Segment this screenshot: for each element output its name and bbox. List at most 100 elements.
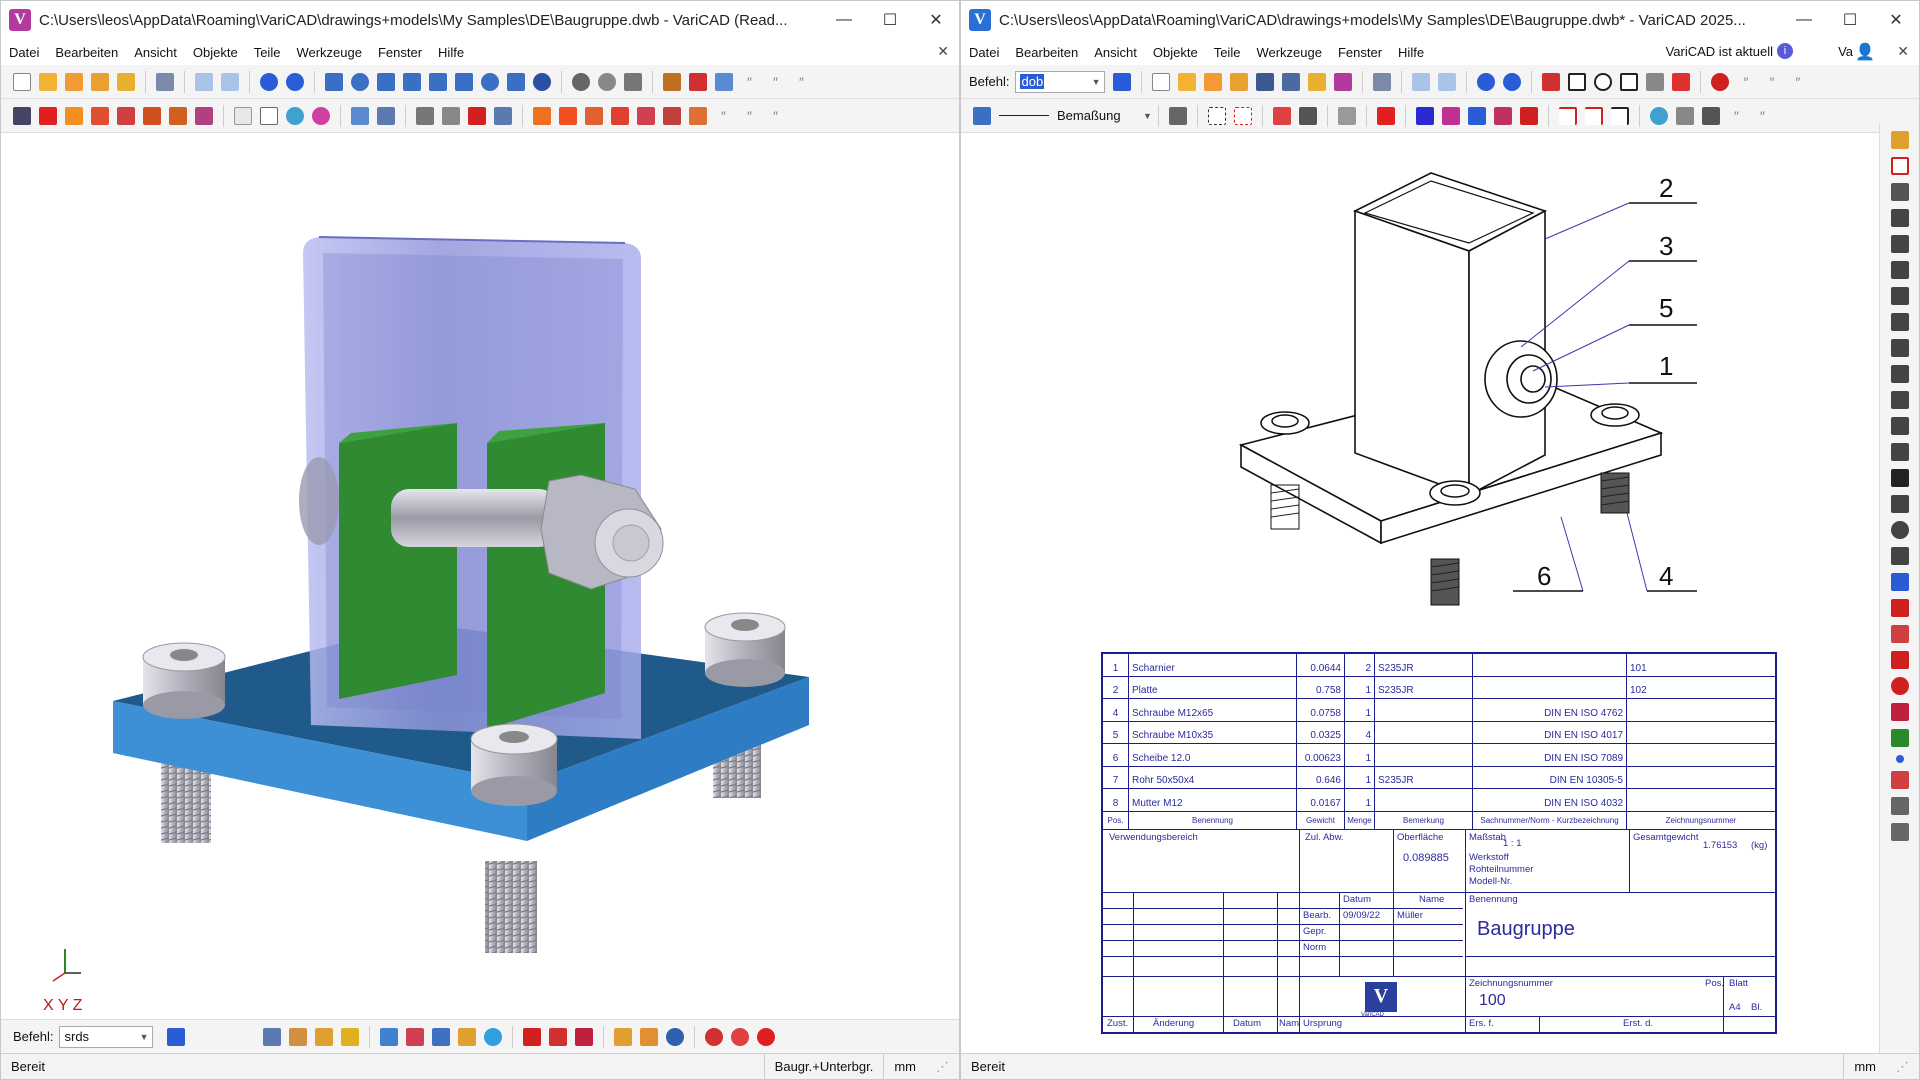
folder-parts-icon[interactable] bbox=[458, 1027, 477, 1046]
close-button[interactable]: ✕ bbox=[1873, 1, 1919, 39]
detail-icon[interactable] bbox=[1890, 521, 1909, 539]
chevron-down-icon[interactable]: ▼ bbox=[1092, 77, 1101, 87]
mirror-icon[interactable] bbox=[143, 106, 161, 125]
extend-icon[interactable] bbox=[1441, 106, 1460, 125]
save-check-icon[interactable] bbox=[117, 72, 135, 91]
pattern-icon[interactable] bbox=[1890, 823, 1909, 841]
bom-list-icon[interactable] bbox=[549, 1027, 568, 1046]
select-window-icon[interactable] bbox=[1207, 106, 1226, 125]
extrude-icon[interactable] bbox=[289, 1027, 308, 1046]
toolbar-grip-icon-5[interactable]: ″ bbox=[747, 108, 753, 124]
copy-icon[interactable] bbox=[195, 72, 213, 91]
resize-grip-icon[interactable]: ⋰ bbox=[1886, 1054, 1919, 1079]
delete-icon[interactable] bbox=[1376, 106, 1395, 125]
redo-icon[interactable] bbox=[286, 72, 304, 91]
snap-mid-icon[interactable] bbox=[1298, 106, 1317, 125]
dim-radius-icon[interactable] bbox=[1890, 313, 1909, 331]
point-icon[interactable] bbox=[1895, 755, 1904, 763]
cross-icon[interactable] bbox=[1493, 106, 1512, 125]
dim-chain-icon[interactable] bbox=[1890, 573, 1909, 591]
link-icon[interactable] bbox=[432, 1027, 451, 1046]
save-check-icon[interactable] bbox=[1308, 72, 1327, 91]
sheet-metal-icon[interactable] bbox=[715, 72, 733, 91]
render-icon[interactable] bbox=[1649, 106, 1668, 125]
tolerance-icon[interactable] bbox=[1890, 443, 1909, 461]
fillet-icon[interactable] bbox=[442, 106, 460, 125]
minimize-button[interactable]: — bbox=[1781, 1, 1827, 39]
menu-teile[interactable]: Teile bbox=[246, 45, 289, 60]
center-mark-icon[interactable] bbox=[1890, 547, 1909, 565]
table-icon[interactable] bbox=[1675, 106, 1694, 125]
user-name[interactable]: Va bbox=[1838, 44, 1853, 59]
pipe-icon[interactable] bbox=[315, 1027, 334, 1046]
fillet-2d-icon[interactable] bbox=[1558, 106, 1577, 125]
torus-solid-icon[interactable] bbox=[481, 72, 499, 91]
print-icon[interactable] bbox=[156, 72, 174, 91]
dim-base-icon[interactable] bbox=[1890, 599, 1909, 617]
arrow-tool-icon[interactable] bbox=[1672, 72, 1691, 91]
offset-icon[interactable] bbox=[1519, 106, 1538, 125]
break-icon[interactable] bbox=[1467, 106, 1486, 125]
open-recent-icon[interactable] bbox=[1204, 72, 1223, 91]
redo-icon[interactable] bbox=[1503, 72, 1522, 91]
side-tool-2-icon[interactable] bbox=[1890, 157, 1909, 175]
insert-part-icon[interactable] bbox=[689, 106, 707, 125]
chevron-down-icon[interactable]: ▼ bbox=[1143, 111, 1152, 121]
thread-icon[interactable] bbox=[416, 106, 434, 125]
open-folder-icon[interactable] bbox=[1178, 72, 1197, 91]
varicad-v-icon[interactable] bbox=[1334, 72, 1353, 91]
toolbar-grip-icon-6[interactable]: ″ bbox=[773, 108, 779, 124]
3d-viewport[interactable]: X Y Z bbox=[1, 133, 959, 1019]
toolbar-grip-icon-5[interactable]: ″ bbox=[1760, 108, 1766, 124]
bom-edit-icon[interactable] bbox=[575, 1027, 594, 1046]
trim-icon[interactable] bbox=[1415, 106, 1434, 125]
save-icon[interactable] bbox=[91, 72, 109, 91]
maximize-button[interactable]: ☐ bbox=[867, 1, 913, 39]
menu-objekte[interactable]: Objekte bbox=[185, 45, 246, 60]
user-icon[interactable]: 👤 bbox=[1855, 42, 1875, 62]
delete-icon[interactable] bbox=[39, 106, 57, 125]
node-edit-icon[interactable] bbox=[1890, 771, 1909, 789]
cancel-check-icon[interactable] bbox=[757, 1027, 776, 1046]
boolean-sub-icon[interactable] bbox=[559, 106, 577, 125]
deselect-icon[interactable] bbox=[1233, 106, 1252, 125]
section-icon[interactable] bbox=[351, 106, 369, 125]
undo-icon[interactable] bbox=[1477, 72, 1496, 91]
arrow-right-icon[interactable] bbox=[1890, 469, 1909, 487]
dim-horizontal-icon[interactable] bbox=[1890, 209, 1909, 227]
paste-icon[interactable] bbox=[1438, 72, 1457, 91]
bom-icon[interactable] bbox=[523, 1027, 542, 1046]
minimize-button[interactable]: — bbox=[821, 1, 867, 39]
command-input[interactable]: dob ▼ bbox=[1015, 70, 1106, 93]
menu-ansicht[interactable]: Ansicht bbox=[126, 45, 185, 60]
hatch-tool-icon[interactable] bbox=[1646, 72, 1665, 91]
check-icon[interactable] bbox=[666, 1027, 685, 1046]
array-icon[interactable] bbox=[195, 106, 213, 125]
hierarchy-icon[interactable] bbox=[380, 1027, 399, 1046]
maximize-button[interactable]: ☐ bbox=[1827, 1, 1873, 39]
prism-solid-icon[interactable] bbox=[455, 72, 473, 91]
polygon-tool-icon[interactable] bbox=[1620, 72, 1639, 91]
new-file-icon[interactable] bbox=[1152, 72, 1171, 91]
command-input[interactable]: srds ▼ bbox=[59, 1025, 154, 1048]
box-solid-icon[interactable] bbox=[325, 72, 343, 91]
gear-icon[interactable] bbox=[572, 72, 590, 91]
menu-objekte[interactable]: Objekte bbox=[1145, 45, 1206, 60]
toolbar-grip-icon-3[interactable]: ″ bbox=[1795, 74, 1801, 90]
menu-fenster[interactable]: Fenster bbox=[370, 45, 430, 60]
undo-icon[interactable] bbox=[260, 72, 278, 91]
info-icon[interactable]: i bbox=[1777, 43, 1793, 59]
menu-hilfe[interactable]: Hilfe bbox=[1390, 45, 1432, 60]
toolbar-grip-icon-2[interactable]: ″ bbox=[1769, 74, 1775, 90]
layer-name[interactable]: Bemaßung bbox=[1057, 108, 1143, 123]
print-icon[interactable] bbox=[1373, 72, 1392, 91]
tree-icon[interactable] bbox=[406, 1027, 425, 1046]
revolve-solid-icon[interactable] bbox=[507, 72, 525, 91]
save-all-icon[interactable] bbox=[1282, 72, 1301, 91]
open-recent-icon[interactable] bbox=[65, 72, 83, 91]
balloon-icon[interactable] bbox=[1890, 677, 1909, 695]
magnet-icon[interactable] bbox=[689, 72, 707, 91]
wedge-solid-icon[interactable] bbox=[429, 72, 447, 91]
grid-icon[interactable] bbox=[1337, 106, 1356, 125]
new-file-icon[interactable] bbox=[13, 72, 31, 91]
